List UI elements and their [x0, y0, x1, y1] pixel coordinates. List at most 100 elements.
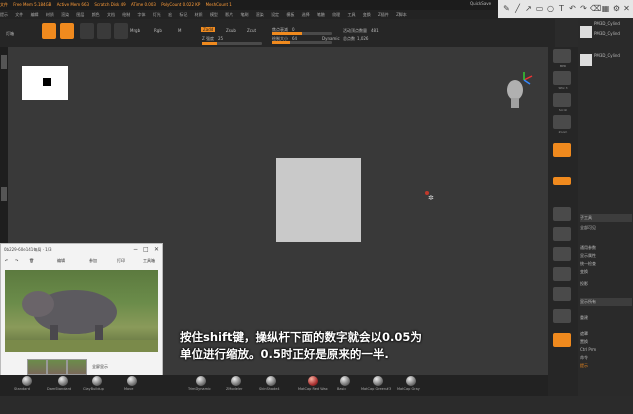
close-icon[interactable]: ✕ — [154, 246, 159, 253]
menu-item[interactable]: 工具 — [347, 10, 355, 19]
panel-row[interactable]: Ctrl Prm — [580, 346, 632, 354]
panel-row[interactable]: 子工具 — [580, 214, 632, 222]
subtool-item[interactable]: PM3D_Cylind — [594, 30, 633, 38]
arrow-icon[interactable]: ↗ — [524, 4, 533, 13]
frame-button[interactable] — [553, 227, 571, 241]
menu-item[interactable]: 选择 — [302, 10, 310, 19]
menu-item[interactable]: 渲染 — [61, 10, 69, 19]
panel-row[interactable]: 重建 — [580, 314, 632, 322]
zcut-toggle[interactable]: Zcut — [247, 28, 256, 33]
orientation-head-icon[interactable] — [500, 70, 536, 112]
menu-item[interactable]: 文档 — [107, 10, 115, 19]
zsub-toggle[interactable]: Zsub — [226, 28, 236, 33]
lightbox-label[interactable]: 灯箱 — [6, 31, 14, 37]
scale-button[interactable] — [553, 267, 571, 281]
focal-shift-slider[interactable] — [272, 32, 332, 35]
menu-item[interactable]: 纹理 — [332, 10, 340, 19]
undo-icon[interactable]: ↶ — [568, 4, 577, 13]
m-toggle[interactable]: M — [178, 28, 181, 33]
mrgb-toggle[interactable]: Mrgb — [130, 28, 140, 33]
brush-trimdynamic[interactable] — [196, 376, 206, 386]
menu-item[interactable]: Z脚本 — [396, 10, 407, 19]
polyf-button[interactable] — [553, 309, 571, 323]
subtool-item[interactable]: PM3D_Cylind — [594, 52, 633, 60]
menu-item[interactable]: 标记 — [179, 10, 187, 19]
rotate-mode-button[interactable] — [114, 23, 128, 39]
transp-button[interactable] — [553, 333, 571, 347]
rotate-right-icon[interactable]: ↷ — [15, 258, 18, 263]
subtool-thumbnail[interactable] — [580, 26, 592, 38]
menu-item[interactable]: 影片 — [225, 10, 233, 19]
menu-stat[interactable]: 文件 — [0, 0, 8, 10]
rectangle-icon[interactable]: ▭ — [535, 4, 544, 13]
menu-item[interactable]: 提示 — [0, 10, 8, 19]
persp-button[interactable] — [553, 143, 571, 157]
fullscreen-button[interactable]: 全屏显示 — [92, 364, 108, 370]
menu-item[interactable]: 模型 — [210, 10, 218, 19]
menu-item[interactable]: 模板 — [286, 10, 294, 19]
menu-item[interactable]: 笔刷 — [241, 10, 249, 19]
grid-icon[interactable]: ▦ — [601, 4, 610, 13]
text-icon[interactable]: T — [557, 4, 566, 13]
zoom-button[interactable] — [553, 115, 571, 129]
menu-item[interactable]: Z插件 — [378, 10, 389, 19]
panel-row[interactable]: 通用参数 — [580, 244, 632, 252]
menu-item[interactable]: 设定 — [271, 10, 279, 19]
z-intensity-slider[interactable] — [202, 42, 262, 45]
delete-icon[interactable]: 🗑 — [29, 258, 34, 263]
filmstrip-thumb[interactable] — [27, 359, 47, 375]
pen-icon[interactable]: ✎ — [502, 4, 511, 13]
subtool-item[interactable]: PM3D_Cylind — [594, 20, 633, 28]
eraser-icon[interactable]: ⌫ — [590, 4, 601, 13]
material-skinshade[interactable] — [266, 376, 276, 386]
material-redwax[interactable] — [308, 376, 318, 386]
spix-button[interactable] — [553, 71, 571, 85]
minimize-icon[interactable]: − — [133, 246, 138, 253]
panel-row[interactable]: 遮罩 — [580, 330, 632, 338]
rotate-button[interactable] — [553, 287, 571, 301]
zadd-toggle[interactable]: Zadd — [201, 27, 216, 32]
panel-row[interactable]: 置换 — [580, 338, 632, 346]
quicksave-button[interactable]: QuickSave — [470, 1, 491, 6]
move-button[interactable] — [553, 247, 571, 261]
stroke-icon[interactable] — [1, 187, 7, 201]
close-icon[interactable]: ✕ — [622, 4, 631, 13]
add-button[interactable]: 参加 — [89, 258, 97, 264]
panel-row[interactable]: 命令 — [580, 354, 632, 362]
panel-row-active[interactable]: 提示 — [580, 362, 632, 370]
canvas-model-plane[interactable] — [276, 158, 361, 242]
menu-item[interactable]: 宏 — [168, 10, 172, 19]
menu-item[interactable]: 材质 — [46, 10, 54, 19]
edit-button[interactable]: 编辑 — [57, 258, 65, 264]
scroll-button[interactable] — [553, 93, 571, 107]
menu-item[interactable]: 颜色 — [92, 10, 100, 19]
edit-mode-button[interactable] — [42, 23, 56, 39]
subtool-thumbnail[interactable] — [580, 54, 592, 66]
local-button[interactable] — [553, 207, 571, 221]
line-icon[interactable]: ╱ — [513, 4, 522, 13]
material-basic[interactable] — [340, 376, 350, 386]
floor-button[interactable] — [553, 177, 571, 185]
menu-item[interactable]: 变换 — [363, 10, 371, 19]
brush-icon[interactable] — [1, 55, 7, 69]
panel-row[interactable]: 显示属性 — [580, 252, 632, 260]
brush-move[interactable] — [127, 376, 137, 386]
menu-item[interactable]: 图层 — [76, 10, 84, 19]
menu-item[interactable]: 灯光 — [153, 10, 161, 19]
rgb-toggle[interactable]: Rgb — [154, 28, 162, 33]
material-green[interactable] — [373, 376, 383, 386]
panel-row[interactable] — [580, 406, 632, 414]
settings-icon[interactable]: ⚙ — [612, 4, 621, 13]
menu-item[interactable]: 材质 — [195, 10, 203, 19]
toolbox-button[interactable]: 工具箱 — [143, 258, 155, 264]
panel-row[interactable]: 全部可见 — [580, 224, 632, 232]
dynamic-toggle[interactable]: Dynamic — [322, 36, 340, 41]
menu-item[interactable]: 字体 — [138, 10, 146, 19]
bpr-button[interactable] — [553, 49, 571, 63]
filmstrip-thumb[interactable] — [67, 359, 87, 375]
panel-row[interactable]: 统一检查 — [580, 260, 632, 268]
print-button[interactable]: 打印 — [117, 258, 125, 264]
panel-row[interactable]: 变换 — [580, 268, 632, 276]
draw-size-slider[interactable] — [272, 41, 332, 44]
draw-mode-button[interactable] — [60, 23, 74, 39]
